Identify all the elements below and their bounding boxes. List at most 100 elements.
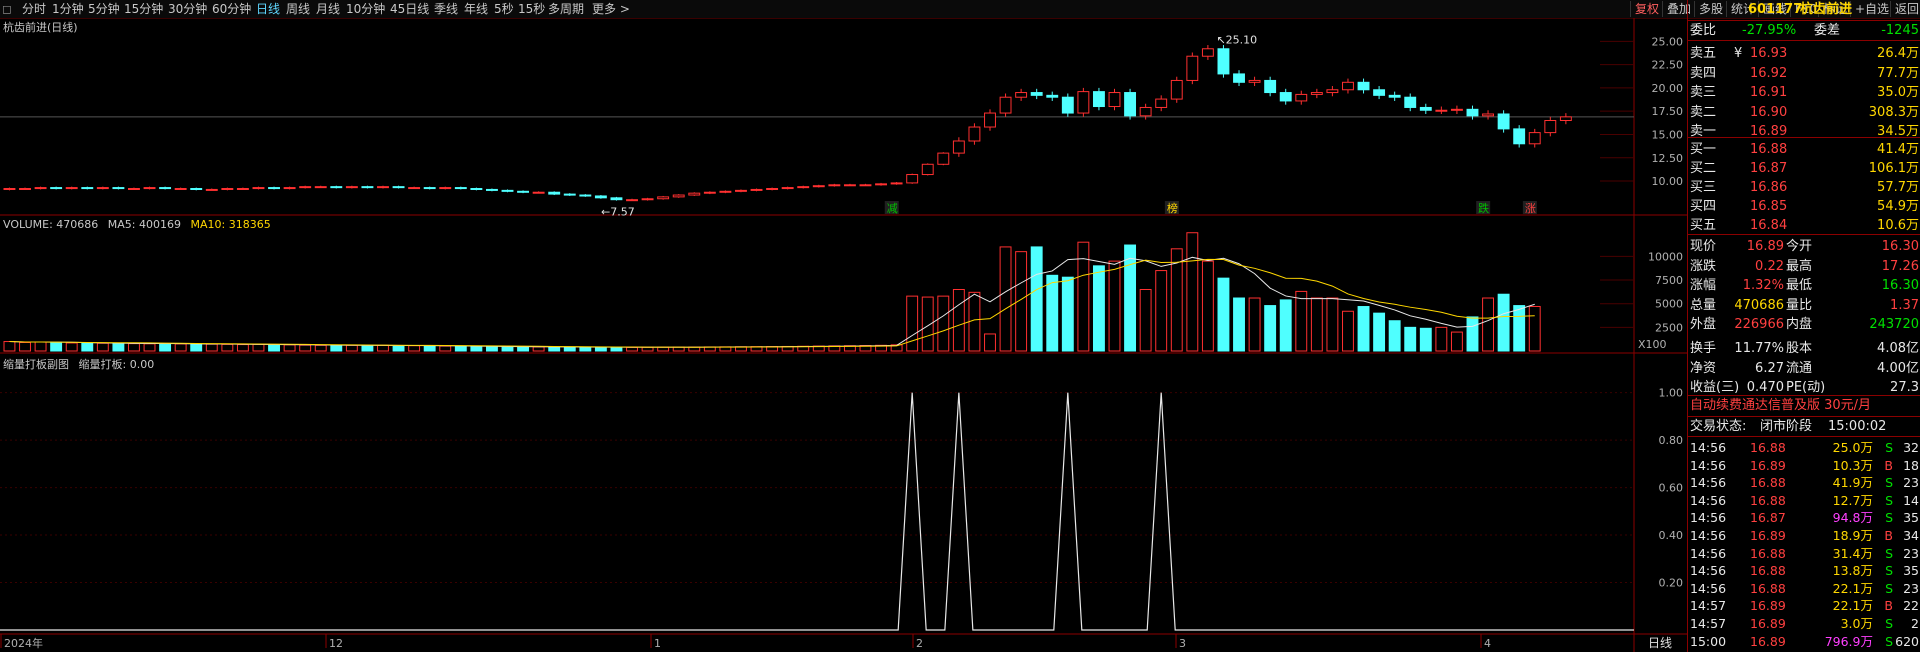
period-tab-4[interactable]: 30分钟 bbox=[168, 1, 207, 17]
volume-bar bbox=[19, 341, 31, 352]
volume-bar bbox=[268, 344, 280, 352]
candle-body bbox=[1450, 108, 1463, 111]
period-tab-3[interactable]: 15分钟 bbox=[124, 1, 163, 17]
stat-label: 涨幅 bbox=[1690, 278, 1717, 294]
candle-body bbox=[999, 96, 1012, 114]
period-tab-5[interactable]: 60分钟 bbox=[212, 1, 251, 17]
volume-unit: X100 bbox=[1638, 338, 1667, 351]
volume-bar bbox=[65, 342, 78, 352]
ask-volume: 35.0万 bbox=[1877, 85, 1919, 100]
chart-canvas[interactable]: 25.00 22.50 20.00 17.50 15.00 12.50 10.00 ↖25.1… bbox=[0, 18, 1687, 652]
price-tick-label: 20.00 bbox=[1652, 82, 1684, 95]
stat-value: 16.89 bbox=[1746, 239, 1784, 254]
stat-label: 涨跌 bbox=[1690, 258, 1717, 274]
period-tab-12[interactable]: 年线 bbox=[464, 1, 488, 17]
period-tab-0[interactable]: 分时 bbox=[22, 1, 46, 17]
period-tab-11[interactable]: 季线 bbox=[434, 1, 458, 17]
period-tab-9[interactable]: 10分钟 bbox=[346, 1, 385, 17]
volume-bar bbox=[1404, 326, 1417, 352]
bid-volume: 106.1万 bbox=[1868, 161, 1919, 176]
volume-bar bbox=[236, 344, 249, 352]
status-value: 闭市阶段 bbox=[1760, 419, 1813, 434]
candle-body bbox=[221, 188, 234, 191]
volume-bar bbox=[1248, 297, 1261, 352]
candle-body bbox=[128, 188, 140, 191]
tick-volume: 25.0万 bbox=[1832, 440, 1873, 455]
indicator-title: 缩量打板副图 bbox=[3, 358, 69, 371]
period-tab-1[interactable]: 1分钟 bbox=[52, 1, 84, 17]
tick-price: 16.88 bbox=[1750, 545, 1786, 561]
promo-banner[interactable]: 自动续费通达信普及版 30元/月 bbox=[1688, 395, 1920, 415]
period-tab-13[interactable]: 5秒 bbox=[494, 1, 514, 17]
ask-price: 16.91 bbox=[1750, 85, 1788, 100]
tool-button-0[interactable]: 复权 bbox=[1630, 1, 1663, 17]
yen-icon: ¥ bbox=[1734, 46, 1743, 61]
candle-body bbox=[1030, 92, 1043, 96]
candle-body bbox=[143, 187, 156, 190]
stat-label: 外盘 bbox=[1690, 317, 1717, 333]
period-tab-16[interactable]: 更多 > bbox=[592, 1, 630, 17]
candle-body bbox=[1124, 92, 1137, 117]
tick-count: 23 bbox=[1903, 545, 1919, 561]
candle-body bbox=[610, 197, 623, 201]
low-annotation: ←7.57 bbox=[601, 206, 635, 219]
period-tab-14[interactable]: 15秒 bbox=[518, 1, 545, 17]
stock-code: 601177 bbox=[1748, 2, 1803, 17]
candle-body bbox=[345, 186, 358, 189]
period-tab-15[interactable]: 多周期 bbox=[548, 1, 584, 17]
tick-time: 14:56 bbox=[1690, 475, 1727, 491]
signal-marker: 减 bbox=[887, 202, 898, 215]
period-tab-6[interactable]: 日线 bbox=[256, 1, 280, 17]
candle-body bbox=[594, 195, 607, 199]
candle-body bbox=[330, 186, 343, 189]
tick-count: 34 bbox=[1903, 528, 1919, 543]
stat-label: 流通 bbox=[1786, 360, 1813, 376]
tick-count: 35 bbox=[1903, 510, 1919, 526]
candle-body bbox=[719, 190, 732, 193]
period-tab-10[interactable]: 45日线 bbox=[390, 1, 429, 17]
stat-label: 换手 bbox=[1690, 341, 1717, 356]
volume-bar bbox=[423, 345, 436, 352]
candle-body bbox=[423, 187, 436, 190]
period-tab-7[interactable]: 周线 bbox=[286, 1, 310, 17]
volume-tick-label: 7500 bbox=[1655, 274, 1683, 287]
volume-bar bbox=[34, 341, 47, 352]
tick-count: 620 bbox=[1895, 633, 1919, 649]
candle-body bbox=[1201, 48, 1214, 57]
volume-bar bbox=[517, 346, 530, 352]
ask-price: 16.92 bbox=[1750, 65, 1788, 81]
volume-label: VOLUME: 470686 bbox=[3, 218, 99, 231]
ask-label: 卖一 bbox=[1690, 124, 1717, 139]
bid-price: 16.86 bbox=[1750, 180, 1788, 195]
tick-side: S bbox=[1885, 633, 1893, 649]
toolbar-square-icon[interactable]: ◻ bbox=[2, 1, 12, 17]
volume-bar bbox=[1124, 244, 1137, 352]
candle-body bbox=[96, 187, 109, 190]
stat-value: 16.30 bbox=[1881, 239, 1919, 254]
stat-row: 外盘 226966 内盘 243720 bbox=[1688, 315, 1920, 334]
volume-bar bbox=[1186, 232, 1199, 352]
tick-row: 14:56 16.89 10.3万 B 18 bbox=[1688, 457, 1920, 475]
period-tab-8[interactable]: 月线 bbox=[316, 1, 340, 17]
volume-bar bbox=[392, 345, 405, 352]
price-tick-label: 10.00 bbox=[1652, 175, 1684, 188]
stat-row: 换手 11.77% 股本 4.08亿 bbox=[1688, 339, 1920, 358]
bid-row: 买一 16.88 41.4万 bbox=[1688, 140, 1920, 159]
candle-body bbox=[19, 188, 31, 191]
volume-bar bbox=[314, 344, 327, 352]
price-tick-label: 15.00 bbox=[1652, 128, 1684, 141]
candle-body bbox=[688, 192, 701, 196]
tick-side: B bbox=[1884, 598, 1893, 614]
candle-body bbox=[1248, 79, 1261, 83]
ask-volume: 308.3万 bbox=[1868, 104, 1919, 120]
volume-bar bbox=[1497, 293, 1510, 352]
period-tab-2[interactable]: 5分钟 bbox=[88, 1, 120, 17]
volume-bar bbox=[50, 341, 63, 352]
ask-volume: 26.4万 bbox=[1877, 46, 1919, 61]
stat-label: 净资 bbox=[1690, 360, 1717, 376]
volume-bar bbox=[937, 295, 950, 352]
candle-body bbox=[50, 187, 63, 190]
tick-side: B bbox=[1884, 528, 1893, 543]
indicator-tick-label: 0.80 bbox=[1659, 434, 1684, 447]
bid-row: 买三 16.86 57.7万 bbox=[1688, 178, 1920, 197]
